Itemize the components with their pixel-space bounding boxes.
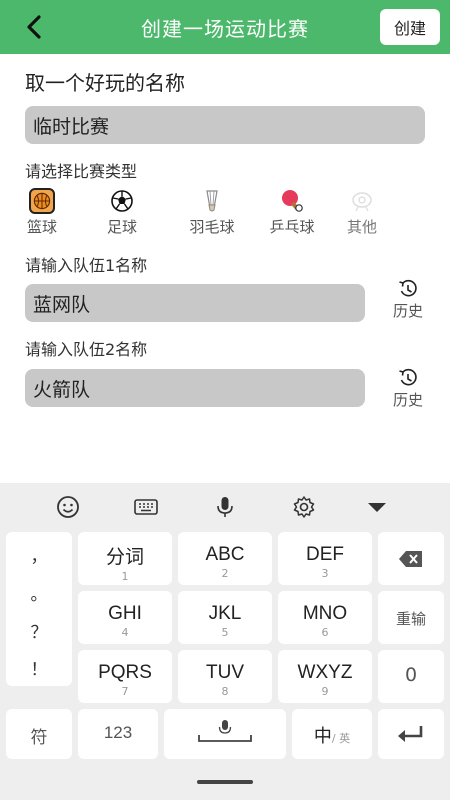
history-label: 历史 bbox=[392, 391, 423, 409]
create-button[interactable]: 创建 bbox=[380, 9, 440, 45]
keyboard-icon[interactable] bbox=[133, 494, 159, 520]
home-indicator bbox=[197, 780, 253, 784]
history-icon bbox=[399, 368, 417, 386]
team2-history-button[interactable]: 历史 bbox=[385, 367, 431, 410]
punct-exclaim[interactable]: ！ bbox=[6, 655, 72, 680]
team1-name-input[interactable]: 蓝网队 bbox=[25, 284, 365, 322]
key-def[interactable]: DEF 3 bbox=[278, 532, 372, 585]
key-label: ABC bbox=[205, 544, 245, 565]
type-basketball[interactable]: 篮球 bbox=[12, 188, 72, 237]
key-digit: 8 bbox=[221, 685, 229, 698]
key-enter[interactable] bbox=[378, 709, 444, 759]
microphone-icon[interactable] bbox=[212, 494, 238, 520]
type-label: 请选择比赛类型 bbox=[25, 162, 138, 181]
key-digit: 4 bbox=[121, 626, 129, 639]
punctuation-column[interactable]: ， 。 ？ ！ bbox=[6, 532, 72, 686]
basketball-icon bbox=[29, 188, 55, 214]
punct-period[interactable]: 。 bbox=[6, 580, 72, 605]
key-label: 分词 bbox=[105, 547, 144, 568]
type-label-soccer: 足球 bbox=[106, 218, 137, 236]
key-digit: 7 bbox=[121, 685, 129, 698]
key-label: TUV bbox=[206, 662, 244, 683]
key-tuv[interactable]: TUV 8 bbox=[178, 650, 272, 703]
key-ghi[interactable]: GHI 4 bbox=[78, 591, 172, 644]
soft-keyboard: ， 。 ？ ！ 分词 1 ABC 2 DEF 3 GHI 4 JKL 5 MNO… bbox=[0, 483, 450, 800]
key-space[interactable] bbox=[164, 709, 286, 759]
key-label: MNO bbox=[302, 603, 348, 624]
key-reinput[interactable]: 重输 bbox=[378, 591, 444, 644]
lang-en-label: / 英 bbox=[331, 732, 351, 745]
key-digit: 1 bbox=[121, 570, 129, 583]
shuttlecock-icon bbox=[206, 190, 218, 212]
punct-question[interactable]: ？ bbox=[6, 618, 72, 643]
team1-label: 请输入队伍1名称 bbox=[25, 256, 148, 275]
type-label-other: 其他 bbox=[346, 218, 377, 236]
sport-type-selector: 篮球 足球 羽毛球 乒乓球 其他 bbox=[20, 188, 400, 238]
key-symbol[interactable]: 符 bbox=[6, 709, 72, 759]
team1-history-button[interactable]: 历史 bbox=[385, 278, 431, 321]
key-mno[interactable]: MNO 6 bbox=[278, 591, 372, 644]
key-digit: 6 bbox=[321, 626, 329, 639]
key-fenci[interactable]: 分词 1 bbox=[78, 532, 172, 585]
emoji-icon[interactable] bbox=[55, 494, 81, 520]
key-backspace[interactable] bbox=[378, 532, 444, 585]
history-label: 历史 bbox=[392, 302, 423, 320]
space-mic-icon bbox=[198, 720, 252, 742]
backspace-icon bbox=[399, 551, 422, 567]
type-label-basketball: 篮球 bbox=[26, 218, 57, 236]
type-soccer[interactable]: 足球 bbox=[92, 188, 152, 237]
key-label: GHI bbox=[108, 603, 142, 624]
team2-label: 请输入队伍2名称 bbox=[25, 340, 148, 359]
enter-icon bbox=[398, 726, 423, 742]
key-digit: 9 bbox=[321, 685, 329, 698]
team2-name-input[interactable]: 火箭队 bbox=[25, 369, 365, 407]
key-label: PQRS bbox=[98, 662, 152, 683]
name-heading: 取一个好玩的名称 bbox=[25, 71, 185, 95]
top-bar: 创建一场运动比赛 创建 bbox=[0, 0, 450, 54]
history-icon bbox=[399, 279, 417, 297]
key-label: WXYZ bbox=[297, 662, 353, 683]
key-numeric[interactable]: 123 bbox=[78, 709, 158, 759]
key-label: DEF bbox=[306, 544, 344, 565]
key-label: JKL bbox=[208, 603, 242, 624]
key-wxyz[interactable]: WXYZ 9 bbox=[278, 650, 372, 703]
ping-pong-icon bbox=[282, 190, 303, 212]
key-pqrs[interactable]: PQRS 7 bbox=[78, 650, 172, 703]
type-label-ping-pong: 乒乓球 bbox=[269, 218, 315, 236]
settings-gear-icon[interactable] bbox=[291, 494, 317, 520]
key-jkl[interactable]: JKL 5 bbox=[178, 591, 272, 644]
key-abc[interactable]: ABC 2 bbox=[178, 532, 272, 585]
soccer-ball-icon bbox=[111, 190, 133, 212]
type-badminton[interactable]: 羽毛球 bbox=[182, 188, 242, 237]
key-digit: 5 bbox=[221, 626, 229, 639]
match-name-input[interactable]: 临时比赛 bbox=[25, 106, 425, 144]
key-digit: 3 bbox=[321, 567, 329, 580]
other-sport-icon bbox=[352, 192, 372, 212]
lang-zh-label: 中 bbox=[313, 726, 332, 747]
type-ping-pong[interactable]: 乒乓球 bbox=[262, 188, 322, 237]
punct-comma[interactable]: ， bbox=[6, 542, 72, 567]
collapse-keyboard-icon[interactable] bbox=[364, 494, 390, 520]
type-other[interactable]: 其他 bbox=[332, 188, 392, 237]
keyboard-toolbar bbox=[0, 483, 450, 529]
key-zero[interactable]: 0 bbox=[378, 650, 444, 703]
key-digit: 2 bbox=[221, 567, 229, 580]
type-label-badminton: 羽毛球 bbox=[189, 218, 235, 236]
key-lang-switch[interactable]: 中/ 英 bbox=[292, 709, 372, 759]
